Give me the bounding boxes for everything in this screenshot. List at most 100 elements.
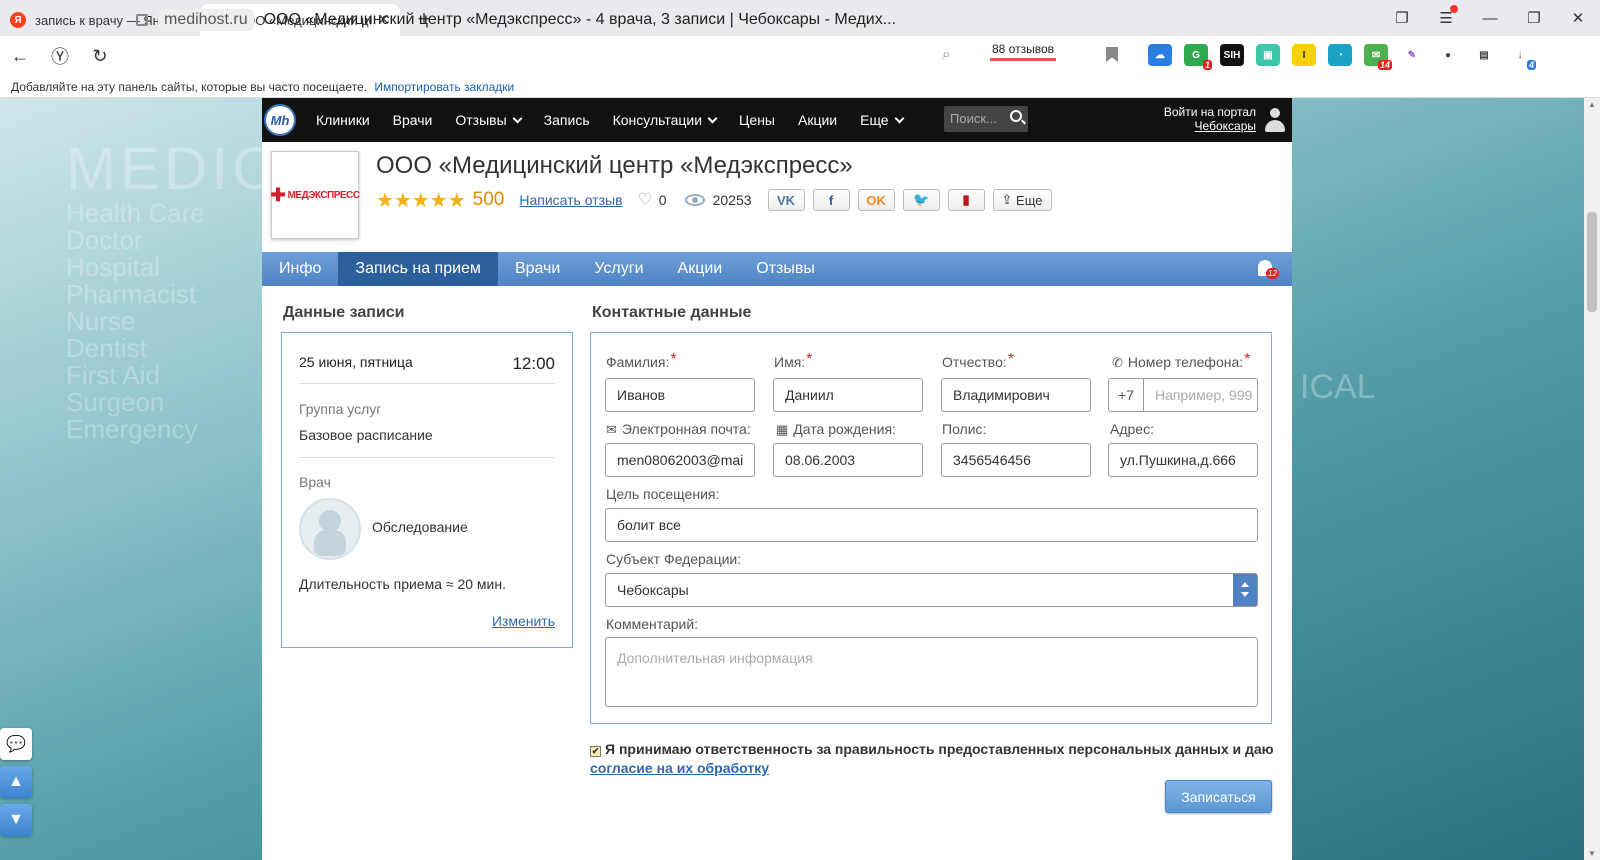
back-icon[interactable]: ← — [0, 46, 40, 67]
scroll-down-icon[interactable]: ▼ — [0, 804, 32, 836]
background-decoration: MEDIC Health Care Doctor Hospital Pharma… — [66, 138, 279, 443]
chat-icon[interactable]: 💬 — [0, 728, 32, 760]
yandex-home-icon[interactable]: Ⓨ — [40, 43, 80, 69]
scroll-up-arrow-icon[interactable]: ▲ — [1588, 100, 1596, 109]
reload-icon[interactable]: ↻ — [80, 46, 120, 67]
city-link[interactable]: Чебоксары — [1164, 119, 1256, 133]
purpose-label: Цель посещения: — [606, 486, 720, 502]
pen-extension-icon[interactable]: ✎ — [1400, 44, 1424, 66]
bg-word: First Aid — [66, 360, 160, 390]
cloud-extension-icon[interactable]: ☁ — [1148, 44, 1172, 66]
site-search-input[interactable]: Поиск... — [944, 106, 1028, 132]
eye-icon — [684, 194, 705, 206]
bg-word: Doctor — [66, 225, 143, 255]
bg-word: Nurse — [66, 306, 136, 336]
scrollbar-thumb[interactable] — [1587, 212, 1597, 312]
bg-word: Pharmacist — [66, 279, 197, 309]
menu-icon[interactable]: ☰ — [1424, 5, 1468, 27]
search-placeholder: Поиск... — [950, 111, 997, 126]
surname-input[interactable]: Иванов — [605, 378, 755, 412]
collections-icon[interactable]: ▤ — [1472, 44, 1496, 66]
nav-item-consultations[interactable]: Консультации — [613, 112, 718, 128]
comment-label: Комментарий: — [606, 616, 699, 632]
close-window-icon[interactable]: ✕ — [1556, 9, 1600, 27]
tab-reviews[interactable]: Отзывы — [739, 252, 832, 286]
region-value: Чебоксары — [617, 582, 689, 598]
tab-services[interactable]: Услуги — [577, 252, 660, 286]
name-input[interactable]: Даниил — [773, 378, 923, 412]
phone-input[interactable]: Например, 999 — [1144, 378, 1258, 412]
bell-icon[interactable]: 12 — [1258, 260, 1279, 279]
yellow-extension-icon[interactable]: I — [1292, 44, 1316, 66]
green-mail-extension-icon[interactable]: ✉ 14 — [1364, 44, 1392, 70]
bookmarks-panel-icon[interactable]: ❐ — [1380, 9, 1424, 27]
likes-counter[interactable]: ♡ 0 — [638, 190, 667, 210]
email-input[interactable]: men08062003@mai — [605, 443, 755, 477]
patronymic-label: Отчество:* — [942, 351, 1014, 372]
nav-item-more[interactable]: Еще — [860, 112, 905, 128]
label-text: Электронная почта: — [621, 421, 751, 437]
region-select[interactable]: Чебоксары — [605, 573, 1258, 607]
twitter-share-button[interactable]: 🐦 — [902, 189, 940, 211]
green-extension-icon[interactable]: G1 — [1184, 44, 1212, 70]
search-icon[interactable]: ⌕ — [942, 46, 950, 63]
change-link[interactable]: Изменить — [492, 613, 555, 629]
patronymic-input[interactable]: Владимирович — [941, 378, 1091, 412]
user-icon[interactable] — [1264, 108, 1286, 132]
bookmark-share-button[interactable]: ▮ — [947, 189, 985, 211]
doctor-avatar — [299, 498, 361, 560]
tab-booking[interactable]: Запись на прием — [338, 252, 498, 286]
tab-doctors[interactable]: Врачи — [498, 252, 577, 286]
bg-word: Dentist — [66, 333, 147, 363]
birthdate-input[interactable]: 08.06.2003 — [773, 443, 923, 477]
share-icon: ⇪ — [1001, 192, 1017, 207]
minimize-icon[interactable]: — — [1468, 10, 1512, 27]
site-logo[interactable]: Mh — [264, 104, 296, 136]
address-input[interactable]: ул.Пушкина,д.666 — [1108, 443, 1258, 477]
birthdate-label: ▦ Дата рождения: — [776, 421, 896, 438]
nav-item-reviews[interactable]: Отзывы — [455, 112, 523, 128]
nav-item-booking[interactable]: Запись — [544, 112, 590, 128]
reviews-chip[interactable]: 88 отзывов — [990, 42, 1057, 61]
url-field[interactable]: medihost.ru ООО «Медицинский центр «Медэ… — [136, 6, 956, 34]
purpose-input[interactable]: болит все — [605, 508, 1258, 542]
chevron-down-icon — [707, 113, 718, 124]
odnoklassniki-share-button[interactable]: OK — [857, 189, 895, 211]
restore-icon[interactable]: ❐ — [1512, 9, 1556, 27]
region-label: Субъект Федерации: — [606, 551, 742, 567]
write-review-link[interactable]: Написать отзыв — [519, 192, 622, 208]
facebook-share-button[interactable]: f — [812, 189, 850, 211]
login-link[interactable]: Войти на портал Чебоксары — [1164, 105, 1256, 133]
bg-word: Health Care — [66, 198, 205, 228]
blue-extension-icon[interactable]: ◔ — [1328, 44, 1352, 66]
nav-item-prices[interactable]: Цены — [739, 112, 775, 128]
consent-link[interactable]: согласие на их обработку — [590, 760, 769, 776]
comment-textarea[interactable]: Дополнительная информация — [605, 637, 1258, 707]
scroll-down-arrow-icon[interactable]: ▼ — [1588, 849, 1596, 858]
nav-item-promotions[interactable]: Акции — [798, 112, 837, 128]
label-text: Отчество: — [942, 354, 1007, 370]
page-scrollbar[interactable]: ▲ ▼ — [1584, 98, 1600, 860]
appointment-time: 12:00 — [512, 354, 555, 373]
vk-share-button[interactable]: VK — [767, 189, 805, 211]
address-label: Адрес: — [1110, 421, 1154, 437]
teal-extension-icon[interactable]: ▣ — [1256, 44, 1280, 66]
scroll-up-icon[interactable]: ▲ — [0, 766, 32, 798]
tab-info[interactable]: Инфо — [262, 252, 338, 286]
rating-value: 500 — [472, 189, 505, 210]
search-icon[interactable] — [1010, 110, 1022, 122]
lightbulb-icon[interactable]: ● — [1436, 44, 1460, 66]
nav-item-doctors[interactable]: Врачи — [393, 112, 433, 128]
policy-input[interactable]: 3456546456 — [941, 443, 1091, 477]
downloads-icon[interactable]: ↓ 4 — [1508, 44, 1536, 70]
likes-count: 0 — [658, 192, 667, 208]
tab-promotions[interactable]: Акции — [661, 252, 740, 286]
divider — [299, 383, 555, 384]
import-bookmarks-link[interactable]: Импортировать закладки — [374, 80, 514, 94]
share-more-button[interactable]: ⇪ Еще — [992, 189, 1052, 211]
consent-checkbox[interactable]: ✔ — [590, 746, 601, 757]
nav-item-clinics[interactable]: Клиники — [316, 112, 370, 128]
sih-extension-icon[interactable]: SIH — [1220, 44, 1244, 66]
submit-button[interactable]: Записаться — [1165, 780, 1272, 813]
contact-form: Фамилия:* Иванов Имя:* Даниил Отчество:*… — [590, 332, 1272, 724]
